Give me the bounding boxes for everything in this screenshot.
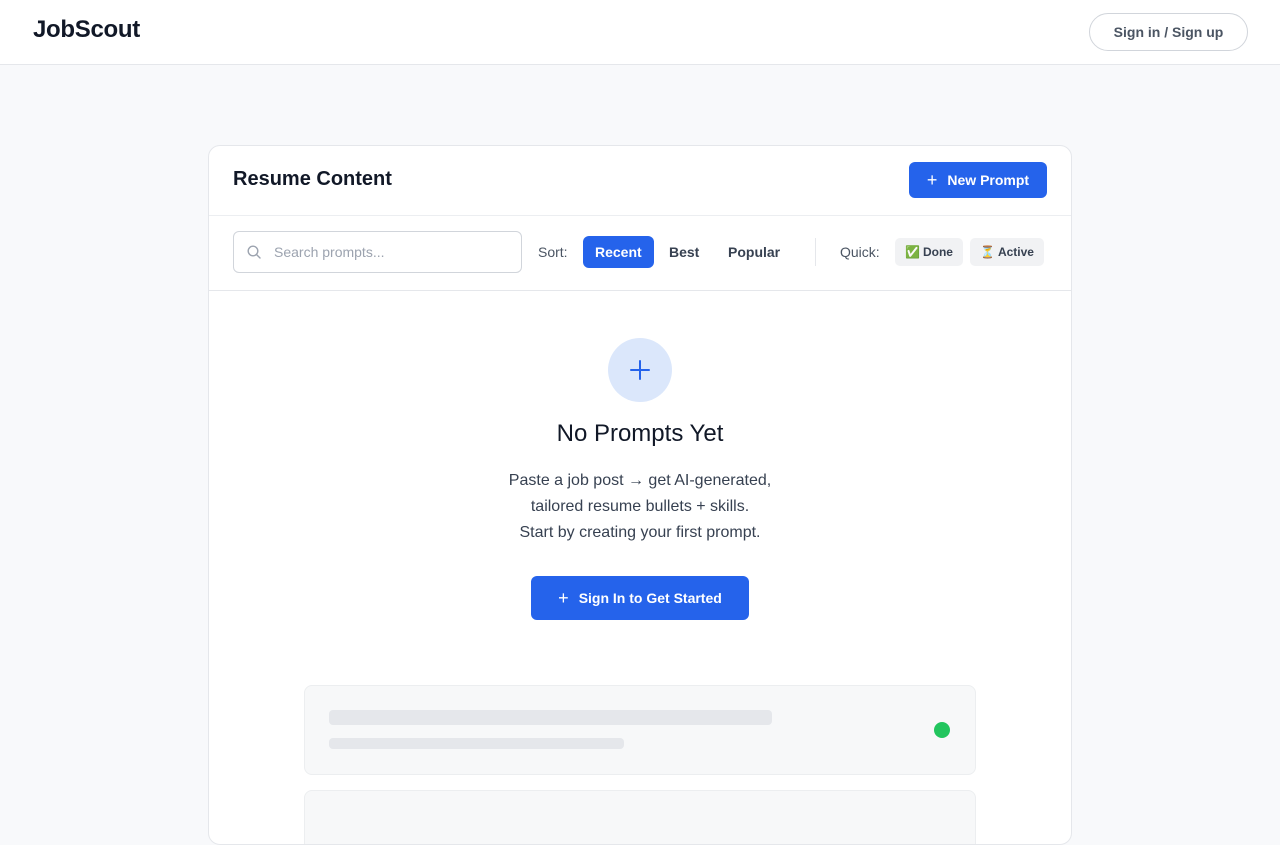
plus-icon: + bbox=[558, 588, 569, 608]
quick-filter-done[interactable]: ✅ Done bbox=[895, 238, 963, 266]
resume-content-card: Resume Content + New Prompt Sort: Recent… bbox=[208, 145, 1072, 845]
sort-label: Sort: bbox=[538, 244, 568, 260]
skeleton-subtitle-line bbox=[329, 738, 624, 749]
empty-state-icon bbox=[608, 338, 672, 402]
new-prompt-label: New Prompt bbox=[947, 172, 1030, 188]
empty-state-line: Start by creating your first prompt. bbox=[519, 524, 761, 541]
sort-recent-button[interactable]: Recent bbox=[583, 236, 654, 268]
sort-popular-button[interactable]: Popular bbox=[716, 236, 792, 268]
quick-filter-active-label: Active bbox=[997, 245, 1034, 259]
page-title: Resume Content bbox=[233, 168, 392, 190]
filter-toolbar: Sort: Recent Best Popular Quick: ✅ Done … bbox=[209, 216, 1071, 291]
quick-filter-done-label: Done bbox=[922, 245, 953, 259]
status-dot bbox=[934, 722, 950, 738]
hourglass-icon: ⏳ bbox=[980, 245, 995, 259]
sort-best-button[interactable]: Best bbox=[657, 236, 711, 268]
brand-logo[interactable]: JobScout bbox=[33, 16, 140, 44]
quick-label: Quick: bbox=[840, 244, 880, 260]
toolbar-divider bbox=[815, 238, 816, 266]
empty-state-description: Paste a job post → get AI-generated, tai… bbox=[209, 468, 1071, 546]
skeleton-prompt-card bbox=[304, 685, 976, 775]
empty-state-line: Paste a job post → get AI-generated, bbox=[508, 472, 772, 489]
card-header: Resume Content + New Prompt bbox=[209, 146, 1071, 216]
search-icon bbox=[247, 245, 261, 259]
sign-in-sign-up-button[interactable]: Sign in / Sign up bbox=[1089, 13, 1248, 51]
quick-filter-active[interactable]: ⏳ Active bbox=[970, 238, 1044, 266]
plus-icon bbox=[630, 360, 650, 380]
cta-label: Sign In to Get Started bbox=[578, 590, 722, 606]
sign-in-get-started-button[interactable]: + Sign In to Get Started bbox=[531, 576, 749, 620]
empty-state-title: No Prompts Yet bbox=[556, 420, 724, 447]
new-prompt-button[interactable]: + New Prompt bbox=[909, 162, 1047, 198]
plus-icon: + bbox=[926, 170, 938, 190]
skeleton-prompt-card bbox=[304, 790, 976, 844]
check-mark-icon: ✅ bbox=[905, 245, 920, 259]
skeleton-title-line bbox=[329, 710, 772, 725]
empty-state-line: tailored resume bullets + skills. bbox=[530, 498, 750, 515]
top-bar: JobScout Sign in / Sign up bbox=[0, 0, 1280, 65]
search-input[interactable] bbox=[274, 232, 514, 272]
search-box[interactable] bbox=[233, 231, 522, 273]
